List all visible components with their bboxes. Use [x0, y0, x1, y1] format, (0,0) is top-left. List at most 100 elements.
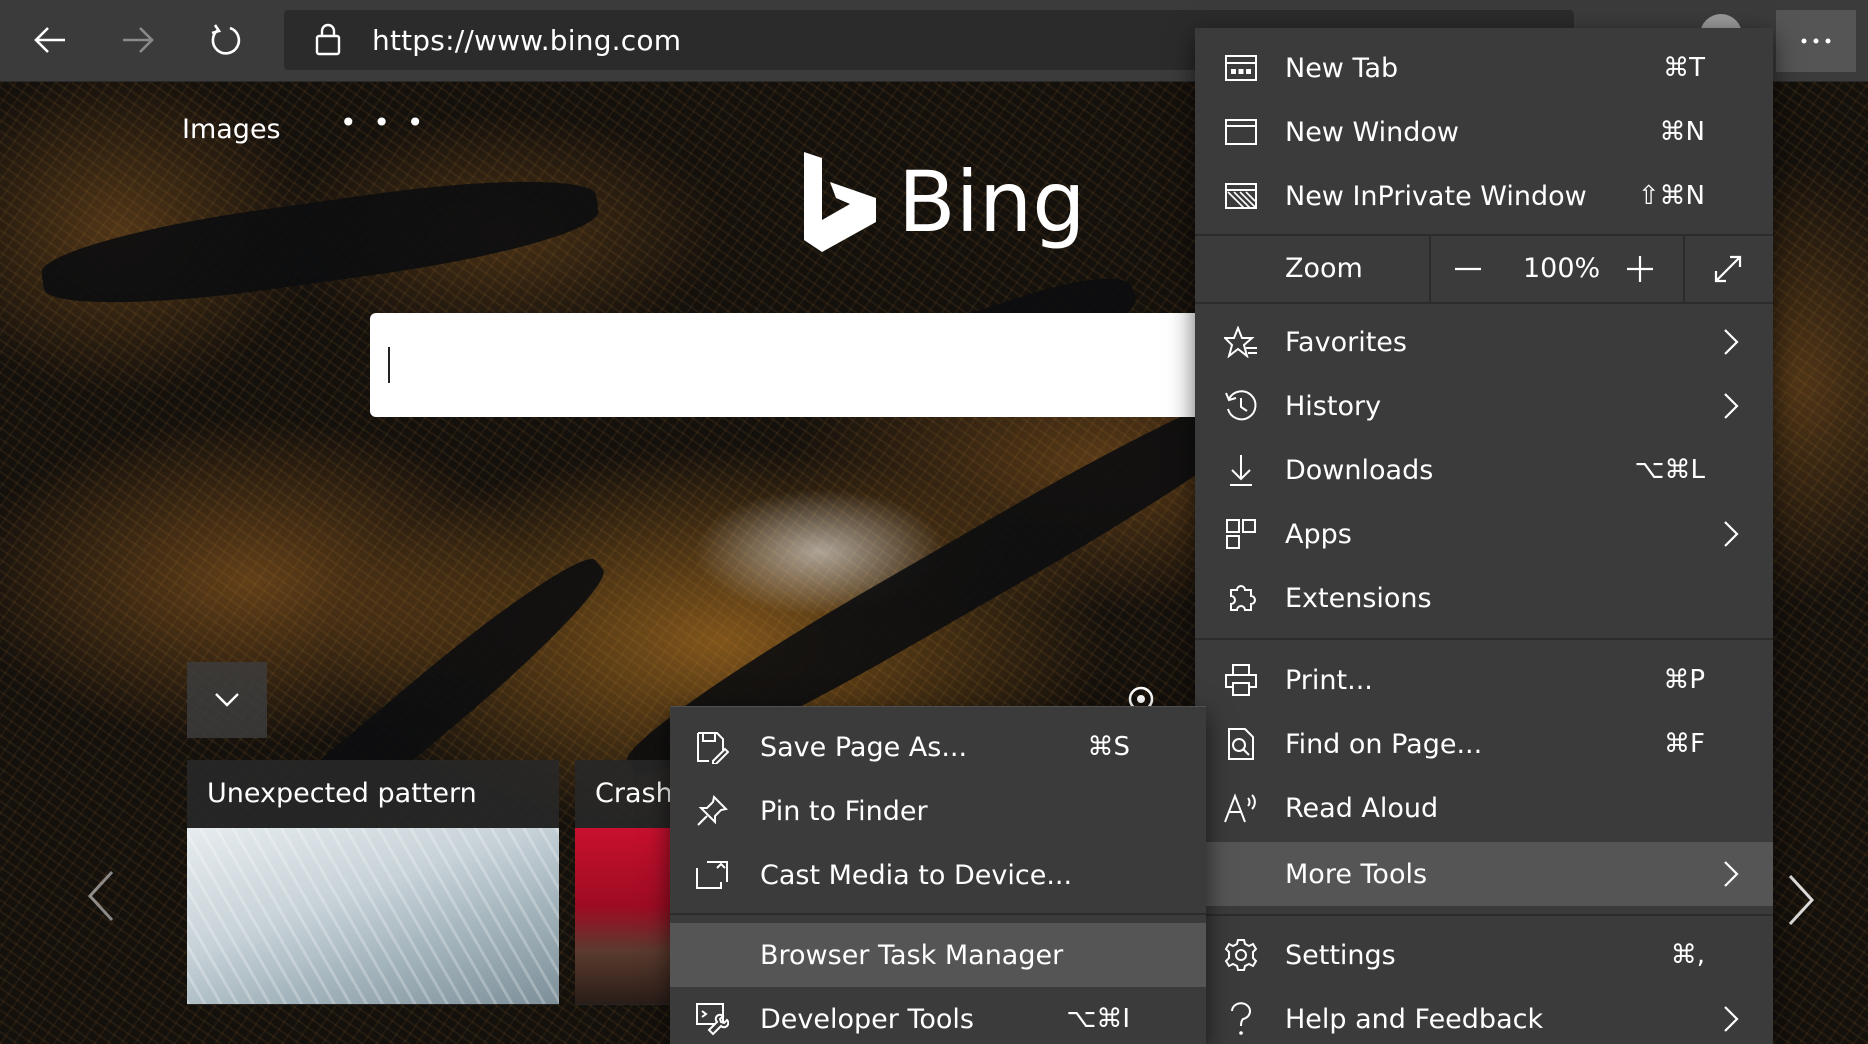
- find-icon: [1223, 726, 1259, 762]
- settings-icon: [1223, 937, 1259, 973]
- menu-item-label: New InPrivate Window: [1285, 180, 1587, 212]
- menu-item-label: Help and Feedback: [1285, 1003, 1544, 1035]
- more-tools-submenu: Save Page As... ⌘S Pin to Finder Cast Me…: [670, 706, 1206, 1044]
- nav-images-link[interactable]: Images: [182, 114, 281, 145]
- back-button[interactable]: [20, 12, 80, 68]
- zoom-divider: [1683, 236, 1685, 302]
- menu-item-label: More Tools: [1285, 858, 1428, 890]
- menu-item-shortcut: ⌥⌘L: [1634, 455, 1705, 485]
- menu-item-shortcut: ⌘T: [1663, 53, 1705, 83]
- chevron-right-icon: [1723, 860, 1739, 888]
- menu-item-shortcut: ⌘P: [1663, 665, 1705, 695]
- menu-item-shortcut: ⇧⌘N: [1637, 181, 1705, 211]
- carousel-prev-button[interactable]: [86, 868, 116, 924]
- read-aloud-icon: [1223, 790, 1259, 826]
- menu-item-shortcut: ⌘N: [1659, 117, 1705, 147]
- menu-item-label: Print...: [1285, 664, 1373, 696]
- menu-item-label: Developer Tools: [760, 1003, 974, 1035]
- ellipsis-icon: [1800, 37, 1832, 45]
- menu-divider: [1195, 302, 1773, 304]
- menu-item-history[interactable]: History: [1195, 374, 1773, 438]
- menu-item-new-window[interactable]: New Window ⌘N: [1195, 100, 1773, 164]
- menu-item-settings[interactable]: Settings ⌘,: [1195, 923, 1773, 987]
- zoom-value: 100%: [1523, 253, 1601, 284]
- help-icon: [1223, 1001, 1259, 1037]
- menu-item-print[interactable]: Print... ⌘P: [1195, 648, 1773, 712]
- devtools-icon: [694, 1001, 730, 1037]
- menu-item-find-on-page[interactable]: Find on Page... ⌘F: [1195, 712, 1773, 776]
- lock-icon: [314, 22, 342, 56]
- menu-item-label: Read Aloud: [1285, 792, 1439, 824]
- menu-item-label: Cast Media to Device...: [760, 859, 1073, 891]
- forward-arrow-icon: [121, 25, 155, 55]
- submenu-item-browser-task-manager[interactable]: Browser Task Manager: [670, 923, 1206, 987]
- zoom-row: Zoom 100%: [1195, 236, 1773, 302]
- nav-more-link[interactable]: • • •: [340, 106, 427, 139]
- menu-item-more-tools[interactable]: More Tools: [1195, 842, 1773, 906]
- card-title: Unexpected pattern: [207, 778, 477, 809]
- menu-item-label: Find on Page...: [1285, 728, 1483, 760]
- settings-and-more-button[interactable]: [1776, 10, 1856, 72]
- menu-item-new-tab[interactable]: New Tab ⌘T: [1195, 36, 1773, 100]
- fullscreen-icon: [1713, 254, 1743, 284]
- menu-item-label: Settings: [1285, 939, 1396, 971]
- menu-item-label: Save Page As...: [760, 731, 968, 763]
- menu-item-extensions[interactable]: Extensions: [1195, 566, 1773, 630]
- print-icon: [1223, 662, 1259, 698]
- forward-button[interactable]: [108, 12, 168, 68]
- new-window-icon: [1223, 114, 1259, 150]
- menu-item-favorites[interactable]: Favorites: [1195, 310, 1773, 374]
- menu-item-downloads[interactable]: Downloads ⌥⌘L: [1195, 438, 1773, 502]
- submenu-item-pin-to-finder[interactable]: Pin to Finder: [670, 779, 1206, 843]
- chevron-right-icon: [1723, 520, 1739, 548]
- submenu-item-cast-media[interactable]: Cast Media to Device...: [670, 843, 1206, 907]
- menu-item-apps[interactable]: Apps: [1195, 502, 1773, 566]
- bing-logo: Bing: [800, 150, 1086, 254]
- download-icon: [1223, 452, 1259, 488]
- menu-item-shortcut: ⌥⌘I: [1066, 1004, 1130, 1034]
- zoom-label: Zoom: [1285, 253, 1363, 284]
- menu-item-read-aloud[interactable]: Read Aloud: [1195, 776, 1773, 840]
- menu-item-label: Extensions: [1285, 582, 1432, 614]
- back-arrow-icon: [33, 25, 67, 55]
- settings-menu: New Tab ⌘T New Window ⌘N New InPrivate W…: [1195, 28, 1773, 1044]
- carousel-next-button[interactable]: [1786, 872, 1816, 928]
- chevron-right-icon: [1723, 1005, 1739, 1033]
- refresh-icon: [208, 22, 244, 58]
- submenu-item-save-page-as[interactable]: Save Page As... ⌘S: [670, 715, 1206, 779]
- menu-item-label: New Window: [1285, 116, 1459, 148]
- chevron-right-icon: [1723, 392, 1739, 420]
- menu-item-help-and-feedback[interactable]: Help and Feedback: [1195, 987, 1773, 1044]
- zoom-out-button[interactable]: [1445, 246, 1491, 292]
- search-input[interactable]: [370, 313, 1200, 417]
- new-tab-icon: [1223, 50, 1259, 86]
- extensions-icon: [1223, 580, 1259, 616]
- bing-wordmark: Bing: [898, 153, 1086, 251]
- menu-item-label: Browser Task Manager: [760, 939, 1064, 971]
- save-icon: [694, 729, 730, 765]
- news-card[interactable]: Crash: [575, 760, 675, 1005]
- news-card[interactable]: Unexpected pattern: [187, 760, 559, 1005]
- chevron-down-icon: [214, 692, 240, 708]
- history-icon: [1223, 388, 1259, 424]
- refresh-button[interactable]: [196, 12, 256, 68]
- menu-item-label: New Tab: [1285, 52, 1399, 84]
- cast-icon: [694, 857, 730, 893]
- menu-item-label: History: [1285, 390, 1382, 422]
- submenu-item-developer-tools[interactable]: Developer Tools ⌥⌘I: [670, 987, 1206, 1044]
- menu-item-shortcut: ⌘F: [1664, 729, 1705, 759]
- menu-item-shortcut: ⌘S: [1087, 732, 1130, 762]
- inprivate-icon: [1223, 178, 1259, 214]
- pin-icon: [694, 793, 730, 829]
- menu-item-new-inprivate-window[interactable]: New InPrivate Window ⇧⌘N: [1195, 164, 1773, 228]
- menu-item-label: Favorites: [1285, 326, 1407, 358]
- menu-item-label: Pin to Finder: [760, 795, 928, 827]
- card-image: [187, 828, 559, 1004]
- fullscreen-button[interactable]: [1705, 246, 1751, 292]
- expand-feed-button[interactable]: [187, 662, 267, 738]
- zoom-in-button[interactable]: [1617, 246, 1663, 292]
- menu-item-shortcut: ⌘,: [1670, 940, 1705, 970]
- text-caret: [388, 347, 390, 383]
- menu-item-label: Apps: [1285, 518, 1352, 550]
- apps-icon: [1223, 516, 1259, 552]
